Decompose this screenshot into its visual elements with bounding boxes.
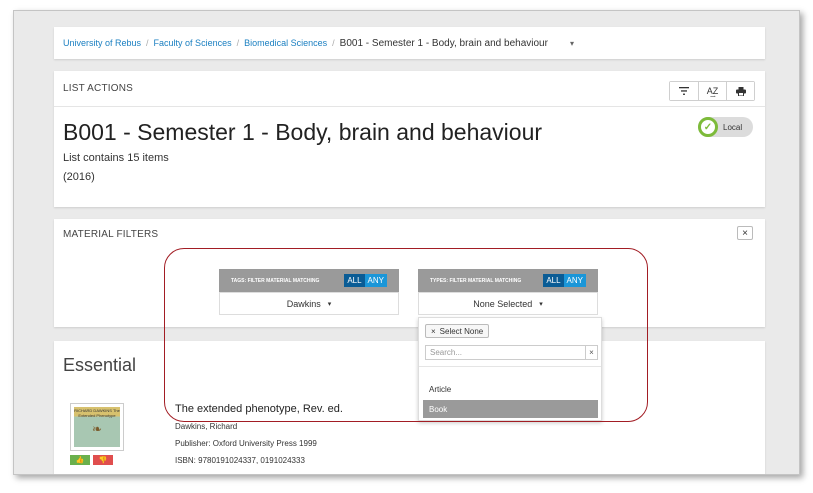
close-filters-button[interactable]: × [737,226,753,240]
check-icon: ✓ [698,117,718,137]
breadcrumb: University of Rebus / Faculty of Science… [54,27,765,59]
thumbs-up-icon[interactable]: 👍 [70,455,90,465]
thumbs-down-icon[interactable]: 👎 [93,455,113,465]
breadcrumb-separator: / [146,38,149,48]
book-cover-text: RICHARD DAWKINS The Extended Phenotype [74,408,120,418]
list-actions-header: LIST ACTIONS [54,71,765,107]
book-cover[interactable]: RICHARD DAWKINS The Extended Phenotype ❧ [70,403,124,451]
bird-icon: ❧ [91,422,103,436]
list-actions-card: LIST ACTIONS A͢Z B001 - Semester 1 - Bod… [54,71,765,207]
filter-button[interactable] [670,82,698,100]
sort-az-icon: A͢Z [706,86,719,96]
breadcrumb-university[interactable]: University of Rebus [63,38,141,48]
highlight-annotation [164,248,648,422]
list-item-count: List contains 15 items [63,152,169,164]
chevron-down-icon[interactable]: ▾ [570,39,574,48]
breadcrumb-faculty[interactable]: Faculty of Sciences [154,38,232,48]
book-cover-image: RICHARD DAWKINS The Extended Phenotype ❧ [74,407,120,447]
item-author: Dawkins, Richard [175,422,238,431]
item-badges: 👍 👎 [70,455,113,465]
print-button[interactable] [726,82,754,100]
list-year: (2016) [63,171,95,183]
filter-icon [679,87,689,95]
app-window: University of Rebus / Faculty of Science… [13,10,800,475]
material-filters-header: MATERIAL FILTERS [63,228,159,240]
sort-button[interactable]: A͢Z [698,82,726,100]
print-icon [735,86,746,96]
section-heading: Essential [63,355,137,375]
item-publisher: Publisher: Oxford University Press 1999 [175,439,317,448]
local-label: Local [723,122,743,132]
local-toggle[interactable]: ✓ Local [698,117,753,137]
breadcrumb-current-list[interactable]: B001 - Semester 1 - Body, brain and beha… [340,38,548,49]
close-icon: × [742,227,748,239]
item-isbn: ISBN: 9780191024337, 0191024333 [175,456,305,465]
list-title: B001 - Semester 1 - Body, brain and beha… [63,119,543,145]
breadcrumb-separator: / [236,38,240,48]
breadcrumb-department[interactable]: Biomedical Sciences [244,38,327,48]
breadcrumb-separator: / [332,38,335,48]
list-tools: A͢Z [669,81,755,101]
